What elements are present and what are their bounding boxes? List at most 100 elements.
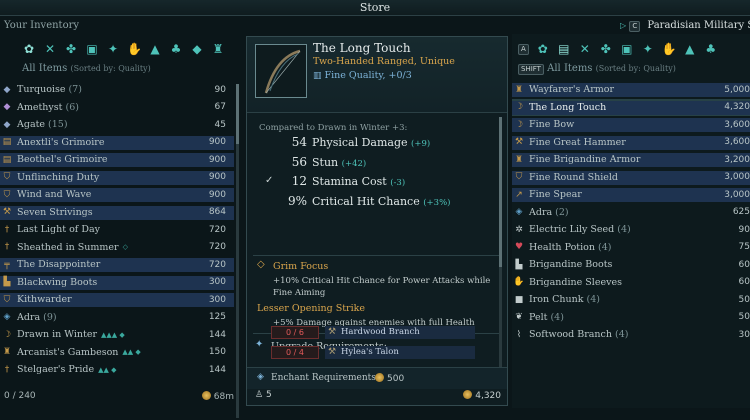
list-item[interactable]: ❦ Pelt (4) 50: [512, 309, 750, 327]
list-item[interactable]: † Stelgaer's Pride ▲▲ ◆ 144: [0, 361, 234, 379]
item-value: 60: [738, 259, 750, 270]
list-item[interactable]: ☽ Drawn in Winter ▲▲▲ ◆ 144: [0, 326, 234, 344]
list-item[interactable]: ⌇ Softwood Branch (4) 30: [512, 326, 750, 344]
sorted-label: (Sorted by: Quality): [595, 64, 676, 73]
sword-icon: †: [4, 242, 10, 253]
vendor-header: ▷ C Paradisian Military Sur: [620, 20, 750, 32]
misc-filter-icon[interactable]: ♜: [211, 42, 225, 56]
gem-icon: ◆: [3, 84, 11, 95]
list-item[interactable]: † Sheathed in Summer ◇ 720: [0, 239, 234, 257]
list-item[interactable]: ✋ Brigandine Sleeves 60: [512, 274, 750, 292]
inventory-sort-label[interactable]: All Items (Sorted by: Quality): [22, 63, 151, 74]
list-item[interactable]: ◈ Adra (2) 625: [512, 204, 750, 222]
stat-value: 54: [291, 135, 307, 149]
consumable-filter-icon[interactable]: ♣: [704, 42, 718, 56]
list-item[interactable]: ▤ Anextli's Grimoire 900: [0, 134, 234, 152]
list-item[interactable]: ⛉ Kithwarder 300: [0, 291, 234, 309]
key-a[interactable]: A: [518, 43, 529, 55]
inventory-list: ◆ Turquoise (7) 90 ◆ Amethyst (6) 67 ◆ Agate (15) 4…: [0, 81, 234, 379]
item-value: 720: [208, 224, 226, 235]
item-name: Drawn in Winter: [17, 329, 98, 341]
weight-icon: ♙: [255, 390, 264, 400]
list-item[interactable]: ■ Iron Chunk (4) 50: [512, 291, 750, 309]
consumable-filter-icon[interactable]: ♣: [169, 42, 183, 56]
list-item[interactable]: ♥ Health Potion (4) 75: [512, 239, 750, 257]
shield-filter-icon[interactable]: ▣: [620, 42, 634, 56]
wand-filter-icon[interactable]: ✦: [106, 42, 120, 56]
filter-label: All Items: [547, 63, 593, 74]
list-item[interactable]: ↗ Fine Spear 3,000: [512, 186, 750, 204]
book-icon: ▤: [2, 137, 12, 148]
wand-filter-icon[interactable]: ✦: [641, 42, 655, 56]
gloves-filter-icon[interactable]: ✋: [127, 42, 142, 56]
weapons-filter-icon[interactable]: ✕: [578, 42, 592, 56]
item-count: (7): [68, 84, 82, 96]
boots-filter-icon[interactable]: ▲: [683, 42, 697, 56]
item-value: 720: [208, 259, 226, 270]
list-item[interactable]: ▙ Brigandine Boots 60: [512, 256, 750, 274]
item-name: Wayfarer's Armor: [529, 84, 615, 96]
list-item[interactable]: ✲ Electric Lily Seed (4) 90: [512, 221, 750, 239]
list-item[interactable]: ▙ Blackwing Boots 300: [0, 274, 234, 292]
list-item[interactable]: ◈ Adra (9) 125: [0, 309, 234, 327]
list-item[interactable]: ⚒ Fine Great Hammer 3,600: [512, 134, 750, 152]
shield-filter-icon[interactable]: ▣: [85, 42, 99, 56]
stat-value: 9%: [287, 194, 307, 208]
list-item[interactable]: ◆ Agate (15) 45: [0, 116, 234, 134]
gloves-filter-icon[interactable]: ✋: [662, 42, 677, 56]
item-name: Stelgaer's Pride: [17, 364, 95, 376]
armor-filter-icon[interactable]: ✤: [64, 42, 78, 56]
boots-filter-icon[interactable]: ▲: [148, 42, 162, 56]
item-name: Softwood Branch: [529, 329, 612, 341]
all-items-filter-icon[interactable]: ✿: [22, 42, 36, 56]
requirement-name: ⚒ Hardwood Branch: [325, 325, 475, 339]
price-value: 4,320: [475, 391, 501, 401]
crafting-filter-icon[interactable]: ◆: [190, 42, 204, 56]
list-item[interactable]: ◆ Turquoise (7) 90: [0, 81, 234, 99]
list-item[interactable]: ☽ The Long Touch 4,320: [512, 98, 750, 116]
key-shift[interactable]: SHIFT: [518, 64, 544, 75]
list-item[interactable]: ♜ Fine Brigandine Armor 3,200: [512, 151, 750, 169]
store-title: Store: [359, 1, 391, 14]
tooltip-scrollbar[interactable]: [499, 117, 502, 367]
item-name: Fine Spear: [529, 189, 582, 201]
item-value: 30: [738, 329, 750, 340]
tooltip-scroll-thumb[interactable]: [499, 117, 502, 267]
store-filter-icon[interactable]: ▤: [557, 42, 571, 56]
inventory-panel: ✿ ✕ ✤ ▣ ✦ ✋ ▲ ♣ ◆ ♜ All Items (Sorted by…: [0, 34, 240, 418]
enchant-pips: ▲▲▲ ◆: [101, 330, 125, 339]
list-item[interactable]: † Last Light of Day 720: [0, 221, 234, 239]
armor-filter-icon[interactable]: ✤: [599, 42, 613, 56]
list-item[interactable]: ⛉ Unflinching Duty 900: [0, 169, 234, 187]
item-count: (4): [550, 311, 564, 323]
item-subtitle: Two-Handed Ranged, Unique: [313, 56, 455, 67]
shield-icon: ⛉: [3, 189, 11, 200]
item-value: 900: [208, 154, 226, 165]
divider: [253, 255, 501, 256]
boots-icon: ▙: [515, 259, 523, 270]
list-item[interactable]: ⛉ Fine Round Shield 3,000: [512, 169, 750, 187]
list-item[interactable]: ◆ Amethyst (6) 67: [0, 99, 234, 117]
adra-icon: ◈: [3, 312, 11, 323]
item-name: Unflinching Duty: [17, 171, 100, 183]
key-c[interactable]: C: [629, 21, 641, 32]
item-name: Seven Strivings: [17, 206, 93, 218]
list-item[interactable]: ▤ Beothel's Grimoire 900: [0, 151, 234, 169]
inventory-scroll-thumb[interactable]: [236, 84, 239, 144]
item-count: (4): [617, 224, 631, 236]
stat-diff: (-3): [390, 178, 406, 188]
inventory-scrollbar[interactable]: [236, 84, 239, 418]
all-items-filter-icon[interactable]: ✿: [536, 42, 550, 56]
list-item[interactable]: ⚒ Seven Strivings 864: [0, 204, 234, 222]
list-item[interactable]: ☽ Fine Bow 3,600: [512, 116, 750, 134]
item-value: 50: [738, 294, 750, 305]
item-name: Turquoise: [17, 84, 66, 96]
list-item[interactable]: ♜ Wayfarer's Armor 5,000: [512, 81, 750, 99]
ore-icon: ■: [514, 294, 524, 305]
item-value: 144: [208, 364, 226, 375]
list-item[interactable]: ⛉ Wind and Wave 900: [0, 186, 234, 204]
weapons-filter-icon[interactable]: ✕: [43, 42, 57, 56]
list-item[interactable]: ╤ The Disappointer 720: [0, 256, 234, 274]
list-item[interactable]: ♜ Arcanist's Gambeson ▲▲ ◆ 150: [0, 344, 234, 362]
store-sort-label[interactable]: SHIFT All Items (Sorted by: Quality): [518, 63, 676, 75]
